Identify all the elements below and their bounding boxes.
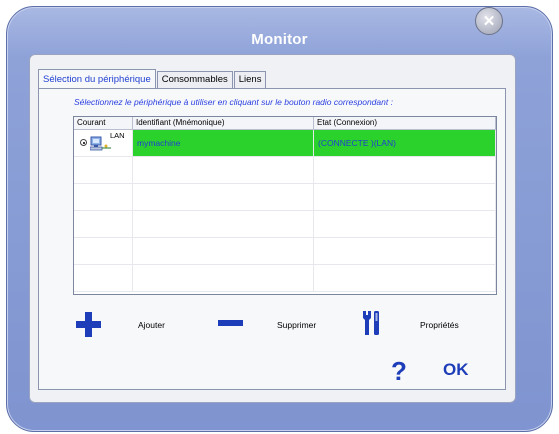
add-label[interactable]: Ajouter [138, 320, 165, 330]
current-cell: LAN [74, 130, 133, 156]
column-header-current[interactable]: Courant [74, 117, 133, 129]
add-button[interactable] [76, 312, 101, 337]
tab-links[interactable]: Liens [233, 71, 267, 88]
window-title: Monitor [251, 31, 308, 48]
table-row [74, 211, 496, 238]
computer-network-icon [90, 136, 111, 151]
help-icon: ? [391, 356, 407, 386]
connection-type-label: LAN [110, 131, 125, 140]
table-row [74, 184, 496, 211]
table-row[interactable]: LAN mymachine (CONNECTE )(LAN) [74, 130, 496, 157]
help-button[interactable]: ? [391, 356, 407, 387]
instruction-text: Sélectionnez le périphérique à utiliser … [74, 97, 393, 107]
tab-device-selection[interactable]: Sélection du périphérique [38, 69, 156, 89]
identifier-value: mymachine [137, 138, 181, 148]
status-value: (CONNECTE )(LAN) [318, 138, 396, 148]
identifier-cell: mymachine [133, 130, 314, 156]
tab-consumables[interactable]: Consommables [156, 71, 233, 88]
table-row [74, 265, 496, 292]
device-table: Courant Identifiant (Mnémonique) Etat (C… [73, 116, 497, 295]
ok-button[interactable]: OK [443, 360, 469, 380]
column-header-identifier[interactable]: Identifiant (Mnémonique) [133, 117, 314, 129]
close-button[interactable]: ✕ [475, 7, 503, 35]
tools-icon[interactable] [360, 309, 382, 337]
table-row [74, 238, 496, 265]
remove-label[interactable]: Supprimer [277, 320, 316, 330]
table-row [74, 157, 496, 184]
properties-label[interactable]: Propriétés [420, 320, 459, 330]
close-icon: ✕ [482, 13, 496, 30]
table-header: Courant Identifiant (Mnémonique) Etat (C… [74, 117, 496, 130]
device-radio-button[interactable] [80, 139, 87, 146]
tab-bar: Sélection du périphérique Consommables L… [38, 68, 267, 89]
status-cell: (CONNECTE )(LAN) [314, 130, 496, 156]
remove-button[interactable] [218, 320, 243, 326]
column-header-status[interactable]: Etat (Connexion) [314, 117, 496, 129]
